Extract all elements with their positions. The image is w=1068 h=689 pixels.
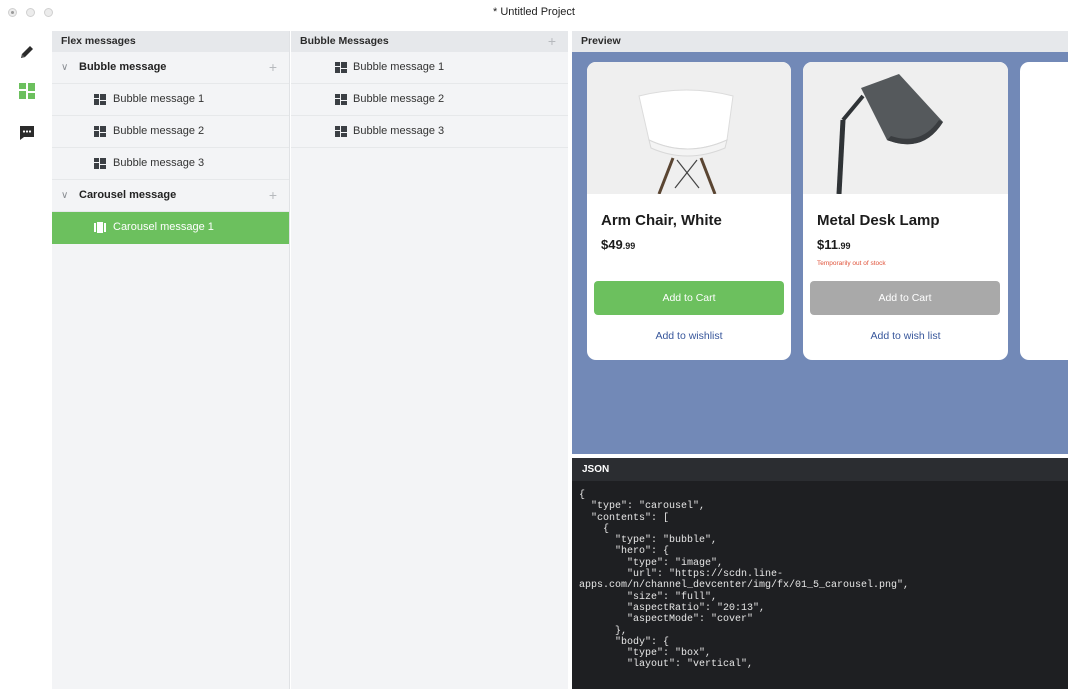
- chevron-down-icon[interactable]: ∨: [61, 52, 68, 83]
- bubble-icon: [94, 126, 106, 137]
- lamp-image: [803, 62, 1008, 194]
- flex-messages-panel: Flex messages ∨ Bubble message + Bubble …: [52, 31, 290, 689]
- preview-header: Preview: [572, 31, 1068, 52]
- item-label: Bubble message 3: [353, 125, 445, 137]
- carousel-icon: [94, 222, 106, 233]
- list-item-bubble-message-1[interactable]: Bubble message 1: [291, 52, 568, 84]
- chair-image: [587, 62, 791, 194]
- app-window: * Untitled Project Flex messages ∨ Bubbl…: [0, 0, 1068, 689]
- product-title: Arm Chair, White: [601, 212, 722, 229]
- bubble-icon: [335, 94, 347, 105]
- add-carousel-button[interactable]: +: [269, 185, 277, 205]
- pencil-icon[interactable]: [19, 44, 35, 60]
- json-header: JSON: [572, 458, 1068, 481]
- group-carousel-message[interactable]: ∨ Carousel message +: [52, 180, 289, 212]
- title-bar: * Untitled Project: [0, 0, 1068, 26]
- bubble-icon: [94, 158, 106, 169]
- bubble-messages-panel: Bubble Messages + Bubble message 1 Bubbl…: [291, 31, 568, 689]
- chat-icon[interactable]: [19, 125, 35, 141]
- add-to-cart-button[interactable]: Add to Cart: [810, 281, 1000, 315]
- product-card-lamp: Metal Desk Lamp $11.99 Temporarily out o…: [803, 62, 1008, 360]
- add-to-wishlist-link[interactable]: Add to wish list: [803, 330, 1008, 342]
- list-item-bubble-message-2[interactable]: Bubble message 2: [52, 116, 289, 148]
- item-label: Bubble message 3: [113, 157, 205, 169]
- window-title: * Untitled Project: [493, 6, 575, 18]
- group-label: Carousel message: [79, 189, 177, 201]
- bubble-icon: [335, 62, 347, 73]
- list-item-bubble-message-1[interactable]: Bubble message 1: [52, 84, 289, 116]
- item-label: Bubble message 2: [113, 125, 205, 137]
- bubble-icon: [94, 94, 106, 105]
- add-bubble-button[interactable]: +: [548, 31, 556, 51]
- bubble-icon: [335, 126, 347, 137]
- product-card-partial: [1020, 62, 1068, 360]
- stock-status: Temporarily out of stock: [817, 260, 886, 267]
- bubble-messages-header: Bubble Messages +: [291, 31, 568, 52]
- list-item-bubble-message-3[interactable]: Bubble message 3: [291, 116, 568, 148]
- group-label: Bubble message: [79, 61, 167, 73]
- add-bubble-button[interactable]: +: [269, 57, 277, 77]
- item-label: Carousel message 1: [113, 221, 214, 233]
- json-code-view[interactable]: { "type": "carousel", "contents": [ { "t…: [572, 481, 1068, 689]
- product-price: $49.99: [601, 237, 636, 252]
- bubble-messages-title: Bubble Messages: [300, 35, 389, 47]
- list-item-bubble-message-3[interactable]: Bubble message 3: [52, 148, 289, 180]
- add-to-wishlist-link[interactable]: Add to wishlist: [587, 330, 791, 342]
- chevron-down-icon[interactable]: ∨: [61, 180, 68, 211]
- grid-icon[interactable]: [19, 83, 35, 99]
- list-item-carousel-message-1[interactable]: Carousel message 1: [52, 212, 289, 244]
- flex-messages-header: Flex messages: [52, 31, 289, 52]
- group-bubble-message[interactable]: ∨ Bubble message +: [52, 52, 289, 84]
- preview-canvas: Arm Chair, White $49.99 Add to Cart Add …: [572, 52, 1068, 454]
- item-label: Bubble message 1: [113, 93, 205, 105]
- list-item-bubble-message-2[interactable]: Bubble message 2: [291, 84, 568, 116]
- item-label: Bubble message 2: [353, 93, 445, 105]
- item-label: Bubble message 1: [353, 61, 445, 73]
- product-price: $11.99: [817, 237, 851, 252]
- product-card-chair: Arm Chair, White $49.99 Add to Cart Add …: [587, 62, 791, 360]
- add-to-cart-button[interactable]: Add to Cart: [594, 281, 784, 315]
- product-title: Metal Desk Lamp: [817, 212, 940, 229]
- tool-rail: [0, 26, 52, 689]
